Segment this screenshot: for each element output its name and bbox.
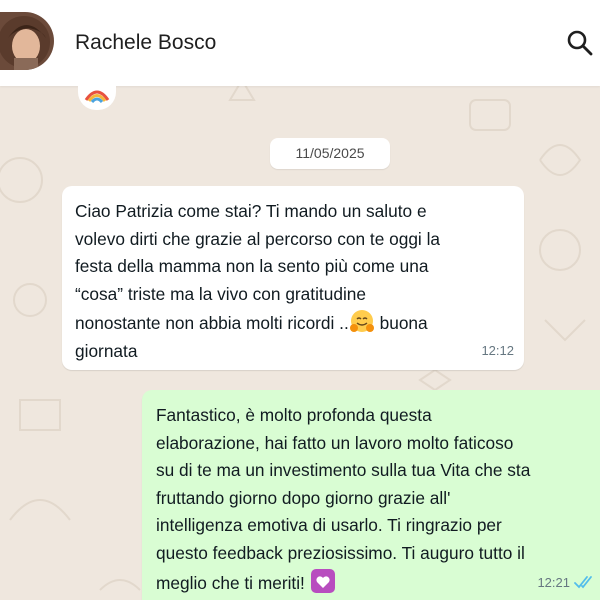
message-text-part: Fantastico, è molto profonda questa elab… [156, 405, 531, 593]
avatar[interactable] [0, 12, 54, 70]
message-time: 12:21 [537, 575, 570, 590]
message-text: Fantastico, è molto profonda questa elab… [156, 402, 590, 597]
avatar-image [0, 12, 54, 70]
search-icon[interactable] [565, 28, 595, 58]
outgoing-message-bubble[interactable]: Fantastico, è molto profonda questa elab… [142, 390, 600, 600]
date-separator: 11/05/2025 [270, 138, 390, 169]
sticker-message[interactable] [78, 80, 116, 110]
double-check-read-icon [574, 576, 592, 589]
contact-name[interactable]: Rachele Bosco [75, 30, 216, 56]
message-text: Ciao Patrizia come stai? Ti mando un sal… [75, 198, 510, 366]
heart-decoration-icon [310, 568, 335, 593]
rainbow-sticker-icon [84, 90, 110, 104]
message-time: 12:12 [481, 343, 514, 358]
hugging-face-icon [349, 310, 374, 333]
incoming-message-bubble[interactable]: Ciao Patrizia come stai? Ti mando un sal… [62, 186, 524, 370]
chat-header: Rachele Bosco [0, 0, 600, 86]
